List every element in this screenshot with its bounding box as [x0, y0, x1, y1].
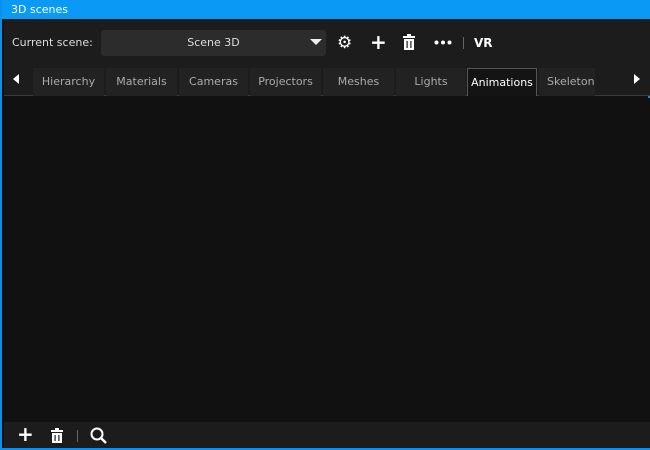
more-icon[interactable]: [434, 40, 452, 45]
divider: [463, 37, 464, 49]
tab-animations[interactable]: Animations: [467, 68, 537, 96]
tab-lights[interactable]: Lights: [396, 68, 466, 96]
animations-panel: [4, 98, 650, 422]
current-scene-label: Current scene:: [12, 36, 93, 49]
trash-icon[interactable]: [51, 428, 63, 443]
tab-materials[interactable]: Materials: [106, 68, 177, 96]
bottom-toolbar: +: [4, 422, 650, 448]
window-title: 3D scenes: [2, 0, 650, 19]
scene-value: Scene 3D: [187, 36, 240, 49]
plus-icon[interactable]: +: [370, 32, 387, 52]
trash-icon[interactable]: [403, 34, 415, 50]
scroll-right-icon[interactable]: [634, 74, 640, 84]
scene-dropdown[interactable]: Scene 3D: [101, 30, 326, 56]
vr-button[interactable]: VR: [474, 35, 493, 51]
tab-cameras[interactable]: Cameras: [179, 68, 248, 96]
toolbar: Current scene: Scene 3D ⚙ + VR: [4, 19, 650, 66]
tab-skeleton[interactable]: Skeleton: [539, 68, 595, 96]
scroll-left-icon[interactable]: [13, 74, 19, 84]
divider: [77, 430, 78, 442]
plus-icon[interactable]: +: [17, 424, 34, 444]
tab-projectors[interactable]: Projectors: [250, 68, 321, 96]
search-icon[interactable]: [90, 427, 107, 444]
tab-bar: Hierarchy Materials Cameras Projectors M…: [4, 66, 650, 96]
tab-hierarchy[interactable]: Hierarchy: [33, 68, 104, 96]
chevron-down-icon: [310, 39, 322, 45]
gear-icon[interactable]: ⚙: [337, 35, 352, 52]
scenes-window: 3D scenes Current scene: Scene 3D ⚙ + VR…: [0, 0, 650, 450]
tab-meshes[interactable]: Meshes: [323, 68, 394, 96]
